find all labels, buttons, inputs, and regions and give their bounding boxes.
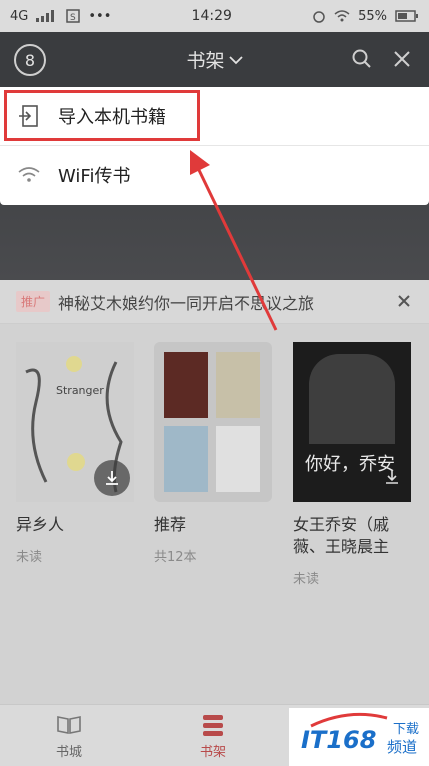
promo-banner[interactable]: 推广 神秘艾木娘约你一同开启不思议之旅 xyxy=(0,280,429,324)
avatar-button[interactable]: 8 xyxy=(14,44,46,76)
svg-text:S: S xyxy=(70,13,76,23)
book-open-icon xyxy=(57,716,81,734)
battery-label: 55% xyxy=(358,8,387,24)
app-header: 8 书架 xyxy=(0,32,429,87)
tab-label: 书城 xyxy=(55,745,82,760)
shelf-title-dropdown[interactable]: 书架 xyxy=(186,46,243,73)
status-time: 14:29 xyxy=(191,8,232,24)
book-status: 未读 xyxy=(16,550,43,565)
page-title: 书架 xyxy=(186,50,225,72)
menu-item-label: WiFi传书 xyxy=(58,165,131,187)
book-item[interactable]: 你好，乔安 女王乔安（戚薇、王晓晨主 未读 xyxy=(293,342,411,587)
tab-bookstore[interactable]: 书城 xyxy=(24,713,114,760)
cover-text: 你好，乔安 xyxy=(305,454,395,475)
folder-cover xyxy=(154,342,272,502)
promo-badge: 推广 xyxy=(16,291,51,312)
signal-icon xyxy=(36,10,55,22)
download-button[interactable] xyxy=(94,460,130,496)
book-title: 女王乔安（戚薇、王晓晨主 xyxy=(293,515,390,556)
bookshelf: Stranger 异乡人 未读 推荐 共12本 你好，乔安 女王乔安（戚薇、王晓… xyxy=(0,324,429,704)
book-folder[interactable]: 推荐 共12本 xyxy=(154,342,272,565)
wifi-status-icon xyxy=(334,10,350,22)
cover-text: Stranger xyxy=(56,384,104,397)
book-title: 异乡人 xyxy=(16,515,65,534)
book-cover: Stranger xyxy=(16,342,134,502)
watermark-brand: IT168 xyxy=(301,726,377,754)
status-bar: 4G S ••• 14:29 55% xyxy=(0,0,429,32)
mini-cover xyxy=(216,352,260,418)
close-icon[interactable] xyxy=(395,292,413,310)
cover-photo xyxy=(309,354,395,444)
shelf-dropdown-menu: 导入本机书籍 WiFi传书 xyxy=(0,87,429,205)
swoosh-icon xyxy=(310,712,388,728)
close-icon[interactable] xyxy=(389,46,415,72)
watermark-logo: IT168 下载 频道 xyxy=(289,708,429,766)
book-cover: 你好，乔安 xyxy=(293,342,411,502)
search-icon[interactable] xyxy=(349,46,375,72)
annotation-highlight-box xyxy=(4,90,200,141)
download-icon xyxy=(106,471,118,485)
tab-bookshelf[interactable]: 书架 xyxy=(168,713,258,760)
book-title: 推荐 xyxy=(154,515,187,534)
sim-icon: S xyxy=(66,9,81,23)
menu-item-wifi-transfer[interactable]: WiFi传书 xyxy=(0,145,429,203)
wifi-icon xyxy=(18,166,40,182)
more-icon: ••• xyxy=(88,8,112,24)
chevron-down-icon xyxy=(228,55,243,64)
mini-cover xyxy=(216,426,260,492)
bookshelf-icon xyxy=(203,715,223,736)
promo-text: 神秘艾木娘约你一同开启不思议之旅 xyxy=(58,293,315,313)
mini-cover xyxy=(164,426,208,492)
tab-label: 书架 xyxy=(199,745,226,760)
alarm-icon xyxy=(313,11,325,23)
book-status: 未读 xyxy=(293,572,320,587)
book-item[interactable]: Stranger 异乡人 未读 xyxy=(16,342,134,565)
watermark-sub1: 下载 xyxy=(393,722,420,737)
status-right: 55% xyxy=(312,9,419,24)
book-count: 共12本 xyxy=(154,550,197,565)
mini-cover xyxy=(164,352,208,418)
status-left: 4G S ••• xyxy=(10,9,111,24)
download-icon[interactable] xyxy=(383,468,401,486)
network-label: 4G xyxy=(10,8,29,24)
battery-icon xyxy=(395,10,418,22)
watermark-sub2: 频道 xyxy=(387,738,418,756)
